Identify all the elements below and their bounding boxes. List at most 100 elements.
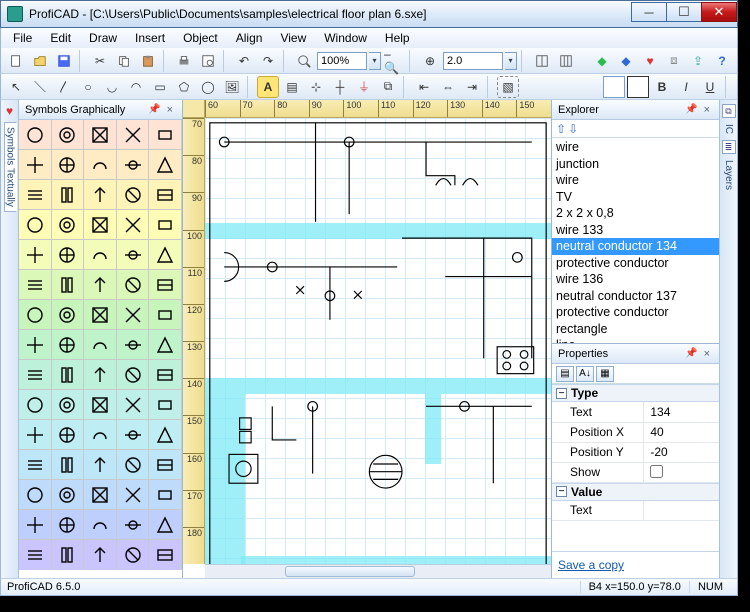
tab-symbols-textually[interactable]: Symbols Textually xyxy=(4,122,17,212)
menu-window[interactable]: Window xyxy=(316,29,375,47)
symbol-cell[interactable] xyxy=(117,390,150,420)
explorer-item[interactable]: TV xyxy=(552,189,719,206)
tool-ellipse[interactable]: ◯ xyxy=(197,76,219,98)
symbol-cell[interactable] xyxy=(52,390,85,420)
explorer-item[interactable]: wire 136 xyxy=(552,271,719,288)
tool-arc[interactable]: ◡ xyxy=(101,76,123,98)
symbol-cell[interactable] xyxy=(52,510,85,540)
menu-object[interactable]: Object xyxy=(175,29,226,47)
menu-file[interactable]: File xyxy=(5,29,40,47)
symbol-cell[interactable] xyxy=(117,150,150,180)
symbol-cell[interactable] xyxy=(52,240,85,270)
symbol-cell[interactable] xyxy=(84,540,117,570)
symbol-cell[interactable] xyxy=(117,180,150,210)
properties-header[interactable]: Properties 📌 × xyxy=(552,344,719,364)
new-button[interactable] xyxy=(5,50,27,72)
symbol-cell[interactable] xyxy=(19,240,52,270)
explorer-item[interactable]: neutral conductor 137 xyxy=(552,288,719,305)
extras-share-icon[interactable]: ⇪ xyxy=(687,50,709,72)
text-underline-button[interactable]: U xyxy=(699,76,721,98)
explorer-item[interactable]: wire 133 xyxy=(552,222,719,239)
menu-draw[interactable]: Draw xyxy=(81,29,125,47)
open-button[interactable] xyxy=(29,50,51,72)
symbol-cell[interactable] xyxy=(84,330,117,360)
symbol-cell[interactable] xyxy=(52,300,85,330)
tool-arc2[interactable]: ◠ xyxy=(125,76,147,98)
symbol-cell[interactable] xyxy=(52,420,85,450)
symbol-cell[interactable] xyxy=(19,480,52,510)
symbol-cell[interactable] xyxy=(84,420,117,450)
properties-page-button[interactable]: ▦ xyxy=(596,366,614,382)
symbol-cell[interactable] xyxy=(19,180,52,210)
tool-text[interactable]: A xyxy=(257,76,279,98)
symbol-cell[interactable] xyxy=(84,510,117,540)
symbol-cell[interactable] xyxy=(84,150,117,180)
symbols-header[interactable]: Symbols Graphically 📌 × xyxy=(19,100,182,120)
explorer-item[interactable]: neutral conductor 134 xyxy=(552,238,719,255)
help-button[interactable]: ? xyxy=(711,50,733,72)
tool-line[interactable]: ＼ xyxy=(29,76,51,98)
symbol-cell[interactable] xyxy=(117,210,150,240)
ic-icon[interactable]: ⧉ xyxy=(722,104,736,118)
save-button[interactable] xyxy=(53,50,75,72)
tool-fill[interactable]: ▤ xyxy=(281,76,303,98)
pin-icon[interactable]: 📌 xyxy=(145,104,163,115)
zoom-in-icon[interactable] xyxy=(293,50,315,72)
symbol-cell[interactable] xyxy=(149,300,182,330)
symbol-cell[interactable] xyxy=(117,420,150,450)
symbol-cell[interactable] xyxy=(149,450,182,480)
scale-dropdown[interactable] xyxy=(505,52,517,70)
tool-ground[interactable]: ⏚ xyxy=(353,76,375,98)
menu-help[interactable]: Help xyxy=(377,29,418,47)
symbol-cell[interactable] xyxy=(84,240,117,270)
close-icon[interactable]: × xyxy=(701,348,713,360)
symbol-cell[interactable] xyxy=(84,120,117,150)
align-left-button[interactable]: ⇤ xyxy=(413,76,435,98)
symbol-cell[interactable] xyxy=(19,540,52,570)
color-fill-swatch[interactable] xyxy=(603,76,625,98)
symbol-cell[interactable] xyxy=(19,510,52,540)
tool-wire[interactable]: ┼ xyxy=(329,76,351,98)
symbol-cell[interactable] xyxy=(19,150,52,180)
symbol-cell[interactable] xyxy=(52,360,85,390)
symbol-cell[interactable] xyxy=(149,360,182,390)
layers-icon[interactable]: ≣ xyxy=(722,140,736,154)
property-row[interactable]: Text134 xyxy=(552,402,719,422)
symbol-cell[interactable] xyxy=(19,420,52,450)
explorer-item[interactable]: protective conductor xyxy=(552,304,719,321)
grid-major-button[interactable] xyxy=(531,50,553,72)
property-row[interactable]: Text xyxy=(552,501,719,521)
arrow-down-icon[interactable]: ⇩ xyxy=(568,122,578,136)
arrow-up-icon[interactable]: ⇧ xyxy=(556,122,566,136)
print-preview-button[interactable] xyxy=(197,50,219,72)
symbol-cell[interactable] xyxy=(117,360,150,390)
paste-button[interactable] xyxy=(137,50,159,72)
symbol-cell[interactable] xyxy=(149,390,182,420)
explorer-item[interactable]: 2 x 2 x 0,8 xyxy=(552,205,719,222)
symbol-cell[interactable] xyxy=(117,480,150,510)
close-icon[interactable]: × xyxy=(164,104,176,116)
symbol-cell[interactable] xyxy=(52,180,85,210)
menu-insert[interactable]: Insert xyxy=(127,29,173,47)
menu-edit[interactable]: Edit xyxy=(42,29,79,47)
symbol-cell[interactable] xyxy=(19,270,52,300)
extras-heart-icon[interactable]: ♥ xyxy=(639,50,661,72)
window-close-button[interactable]: ✕ xyxy=(701,2,737,22)
properties-sort-alpha-button[interactable]: A↓ xyxy=(576,366,594,382)
symbol-cell[interactable] xyxy=(117,300,150,330)
symbol-cell[interactable] xyxy=(117,240,150,270)
scale-field[interactable]: 2.0 xyxy=(443,52,503,70)
tool-circle[interactable]: ○ xyxy=(77,76,99,98)
symbol-cell[interactable] xyxy=(84,450,117,480)
symbol-cell[interactable] xyxy=(149,270,182,300)
align-right-button[interactable]: ⇥ xyxy=(461,76,483,98)
property-row[interactable]: Position Y-20 xyxy=(552,442,719,462)
text-italic-button[interactable]: I xyxy=(675,76,697,98)
symbol-cell[interactable] xyxy=(19,360,52,390)
symbol-cell[interactable] xyxy=(19,450,52,480)
favorites-icon[interactable]: ♥ xyxy=(6,104,13,118)
symbol-cell[interactable] xyxy=(84,360,117,390)
text-bold-button[interactable]: B xyxy=(651,76,673,98)
properties-sort-category-button[interactable]: ▤ xyxy=(556,366,574,382)
tool-pointer[interactable]: ↖ xyxy=(5,76,27,98)
